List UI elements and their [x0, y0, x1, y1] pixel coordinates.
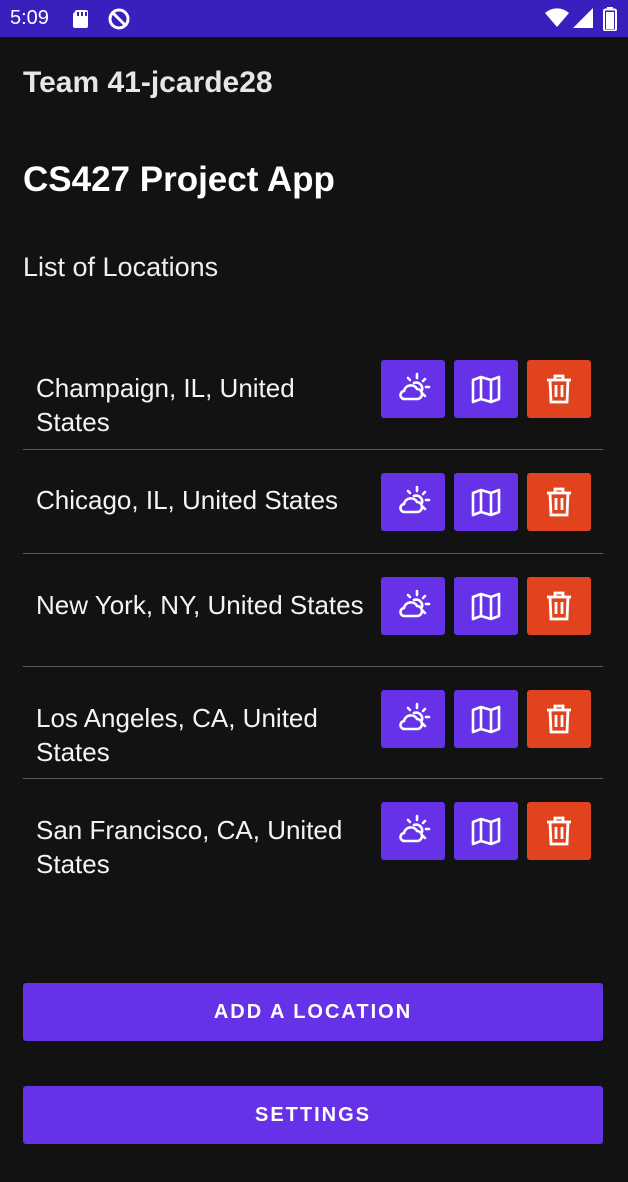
trash-icon: [547, 591, 571, 621]
map-button[interactable]: [454, 473, 518, 531]
weather-button[interactable]: [381, 802, 445, 860]
list-item: Chicago, IL, United States: [23, 450, 603, 554]
wifi-icon: [545, 8, 569, 33]
map-icon: [471, 817, 501, 846]
delete-button[interactable]: [527, 577, 591, 635]
map-icon: [471, 705, 501, 734]
trash-icon: [547, 374, 571, 404]
delete-button[interactable]: [527, 360, 591, 418]
map-button[interactable]: [454, 690, 518, 748]
weather-button[interactable]: [381, 690, 445, 748]
map-icon: [471, 592, 501, 621]
team-label: Team 41-jcarde28: [23, 66, 273, 99]
list-item: New York, NY, United States: [23, 554, 603, 667]
do-not-disturb-icon: [107, 7, 131, 36]
status-time: 5:09: [10, 7, 49, 29]
trash-icon: [547, 487, 571, 517]
location-name: Champaign, IL, United States: [36, 373, 295, 437]
weather-icon: [399, 702, 431, 731]
list-item: Champaign, IL, United States: [23, 356, 603, 450]
map-button[interactable]: [454, 802, 518, 860]
map-button[interactable]: [454, 577, 518, 635]
location-name: San Francisco, CA, United States: [36, 815, 343, 879]
weather-icon: [399, 372, 431, 401]
location-name: Los Angeles, CA, United States: [36, 703, 318, 767]
weather-button[interactable]: [381, 473, 445, 531]
trash-icon: [547, 816, 571, 846]
map-button[interactable]: [454, 360, 518, 418]
weather-button[interactable]: [381, 577, 445, 635]
delete-button[interactable]: [527, 690, 591, 748]
weather-icon: [399, 485, 431, 514]
battery-icon: [603, 7, 617, 36]
weather-icon: [399, 589, 431, 618]
add-location-button[interactable]: ADD A LOCATION: [23, 983, 603, 1041]
settings-button[interactable]: SETTINGS: [23, 1086, 603, 1144]
weather-icon: [399, 814, 431, 843]
delete-button[interactable]: [527, 473, 591, 531]
signal-icon: [573, 8, 593, 33]
page-title: CS427 Project App: [23, 160, 335, 199]
map-icon: [471, 375, 501, 404]
sd-card-icon: [72, 9, 90, 34]
location-name: New York, NY, United States: [36, 590, 364, 620]
trash-icon: [547, 704, 571, 734]
weather-button[interactable]: [381, 360, 445, 418]
location-name: Chicago, IL, United States: [36, 485, 339, 515]
list-item: San Francisco, CA, United States: [23, 779, 603, 891]
map-icon: [471, 488, 501, 517]
list-item: Los Angeles, CA, United States: [23, 667, 603, 779]
list-heading: List of Locations: [23, 252, 219, 282]
status-bar: 5:09: [0, 0, 628, 37]
delete-button[interactable]: [527, 802, 591, 860]
